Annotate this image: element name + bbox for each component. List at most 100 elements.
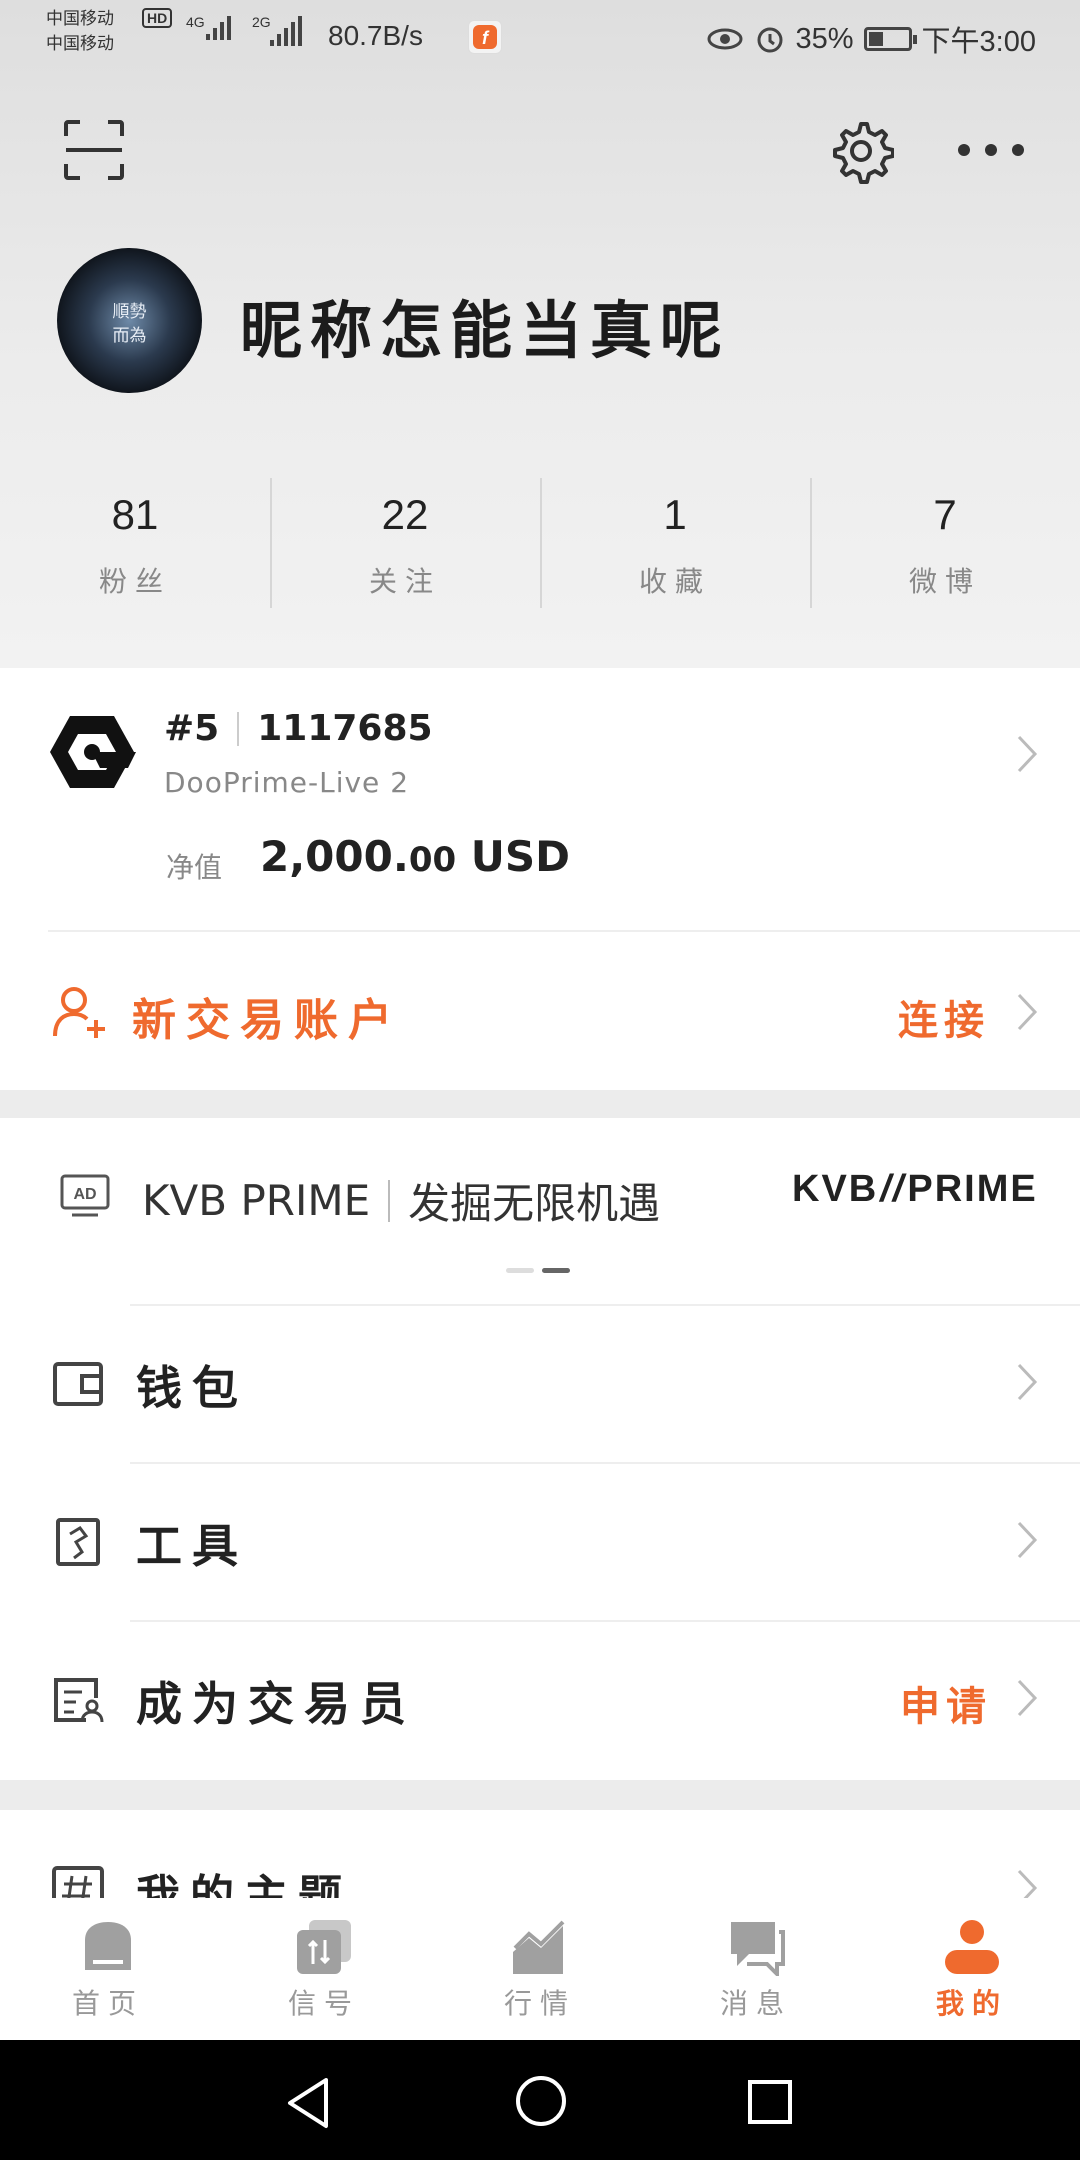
tab-label: 我的 [935, 1987, 1008, 2020]
signal-icon [297, 1920, 351, 1974]
avatar[interactable]: 順勢 而為 [57, 248, 202, 393]
account-header[interactable]: #5 1117685 [164, 708, 433, 749]
ad-subtitle: 发掘无限机遇 [408, 1179, 661, 1228]
avatar-text-2: 而為 [112, 326, 147, 346]
wallet-icon [53, 1362, 103, 1406]
menu-item-become-trader[interactable]: 成为交易员 申请 [0, 1620, 1080, 1778]
carousel-dot [506, 1268, 534, 1273]
divider [130, 1462, 1080, 1464]
connect-chevron-right-icon[interactable] [1016, 992, 1038, 1032]
system-nav-bar [0, 2040, 1080, 2160]
tools-icon [56, 1518, 100, 1566]
tab-label: 消息 [719, 1987, 792, 2020]
ad-banner[interactable]: KVB PRIME 发掘无限机遇 [142, 1170, 660, 1231]
stat-value: 81 [111, 491, 159, 538]
broker-logo-icon [50, 716, 136, 788]
carousel-dot-active [542, 1268, 570, 1273]
ad-title: KVB PRIME [142, 1176, 371, 1225]
alarm-icon [757, 27, 782, 53]
tab-label: 行情 [503, 1987, 576, 2020]
account-card: #5 1117685 DooPrime-Live 2 净值 2,000.00 U… [0, 668, 1080, 1090]
brand-slash-icon: // [880, 1168, 906, 1210]
equity-currency: USD [456, 832, 570, 881]
app-notification-icon: f [468, 20, 502, 54]
tab-label: 首页 [71, 1987, 144, 2020]
tab-signal[interactable]: 信号 [216, 1898, 432, 2040]
account-number: 1117685 [257, 708, 433, 749]
profile-icon [945, 1920, 999, 1974]
battery-percent: 35% [795, 22, 854, 55]
chevron-right-icon [1017, 1363, 1038, 1401]
account-chevron-right-icon[interactable] [1016, 734, 1038, 774]
equity-value: 2,000.00 USD [260, 832, 570, 881]
divider [130, 1304, 1080, 1306]
stat-value: 22 [381, 491, 429, 538]
signal-bars-2-icon [270, 16, 302, 46]
tab-profile[interactable]: 我的 [864, 1898, 1080, 2040]
clock: 下午3:00 [921, 26, 1036, 58]
hd-badge: HD [142, 8, 173, 28]
carrier-1: 中国移动 [46, 9, 114, 28]
avatar-text-1: 順勢 [112, 302, 147, 322]
stat-fans[interactable]: 81 粉丝 [0, 470, 270, 620]
network-type-1: 4G [186, 14, 205, 30]
apply-button[interactable]: 申请 [900, 1674, 992, 1732]
tab-messages[interactable]: 消息 [648, 1898, 864, 2040]
divider [130, 1620, 1080, 1622]
stat-label: 关注 [368, 565, 441, 598]
tab-market[interactable]: 行情 [432, 1898, 648, 2040]
more-icon[interactable] [956, 140, 1026, 160]
bottom-tab-bar: 首页 信号 行情 消息 我的 [0, 1898, 1080, 2040]
nickname[interactable]: 昵称怎能当真呢 [240, 280, 730, 370]
equity-cents: 00 [408, 840, 457, 880]
eye-icon [707, 28, 742, 50]
chevron-right-icon [1017, 1521, 1038, 1559]
signal-bars-1-icon [206, 16, 231, 40]
equity-label: 净值 [166, 851, 223, 884]
carrier-2: 中国移动 [46, 34, 114, 53]
menu-item-wallet[interactable]: 钱包 [0, 1304, 1080, 1462]
menu-item-label: 钱包 [136, 1361, 248, 1415]
network-type-2: 2G [252, 14, 271, 30]
brand-logo: KVB//PRIME [792, 1168, 1038, 1211]
equity-main: 2,000. [260, 832, 409, 881]
stat-favorites[interactable]: 1 收藏 [540, 470, 810, 620]
brand-right: PRIME [907, 1168, 1038, 1210]
carrier-info: 中国移动 中国移动 [46, 6, 114, 56]
menu-card: AD KVB PRIME 发掘无限机遇 KVB//PRIME 钱包 工具 成为交… [0, 1118, 1080, 1780]
scan-icon[interactable] [62, 118, 126, 182]
home-icon [85, 1922, 131, 1970]
home-button-icon[interactable] [514, 2074, 568, 2128]
new-account-label[interactable]: 新交易账户 [132, 984, 402, 1048]
account-separator [237, 711, 240, 746]
battery-icon [863, 27, 917, 51]
account-rank: #5 [164, 708, 220, 749]
status-right: 35% 下午3:00 [706, 18, 1036, 60]
chevron-right-icon [1017, 1679, 1038, 1717]
stat-label: 收藏 [638, 565, 711, 598]
carousel-indicator [506, 1268, 570, 1273]
recent-apps-icon[interactable] [746, 2078, 794, 2126]
back-icon[interactable] [284, 2076, 332, 2130]
svg-text:AD: AD [73, 1186, 96, 1203]
network-speed: 80.7B/s [328, 20, 423, 51]
ad-icon: AD [60, 1174, 110, 1217]
profile-page: 中国移动 中国移动 HD 4G 2G 80.7B/s f 35% 下午3:00 … [0, 0, 1080, 2160]
tab-label: 信号 [287, 1987, 360, 2020]
stat-label: 粉丝 [98, 565, 171, 598]
connect-button[interactable]: 连接 [898, 988, 990, 1046]
divider [48, 930, 1080, 932]
stat-following[interactable]: 22 关注 [270, 470, 540, 620]
menu-item-label: 成为交易员 [136, 1677, 416, 1731]
ad-separator [388, 1179, 391, 1222]
account-server: DooPrime-Live 2 [164, 766, 410, 799]
status-bar: 中国移动 中国移动 HD 4G 2G 80.7B/s f 35% 下午3:00 [0, 0, 1080, 72]
message-icon [731, 1922, 785, 1976]
market-icon [513, 1920, 565, 1974]
stat-label: 微博 [908, 565, 981, 598]
tab-home[interactable]: 首页 [0, 1898, 216, 2040]
menu-item-tools[interactable]: 工具 [0, 1462, 1080, 1620]
stat-weibo[interactable]: 7 微博 [810, 470, 1080, 620]
trader-icon [54, 1678, 104, 1723]
gear-icon[interactable] [828, 118, 894, 184]
